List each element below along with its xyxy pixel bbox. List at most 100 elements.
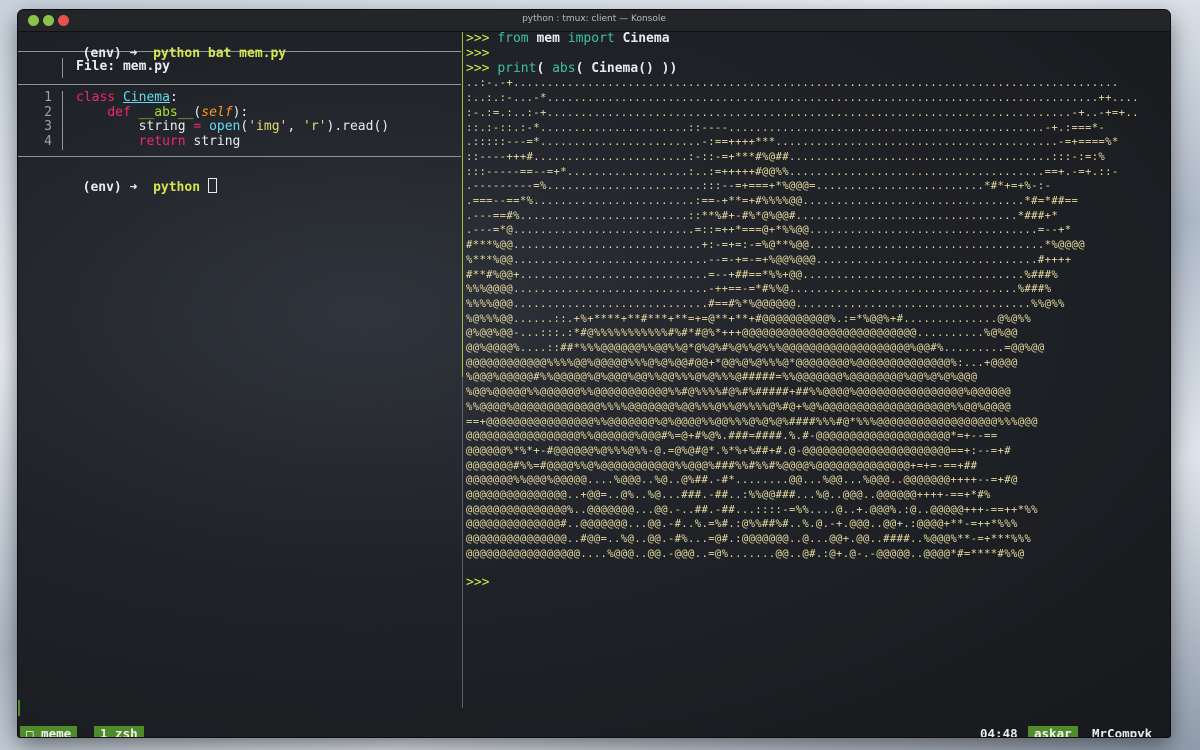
prompt-arrow-icon: ➜ [129, 179, 138, 195]
import-name: Cinema [614, 32, 670, 46]
active-pane-indicator [462, 32, 463, 377]
line-number: 2 [44, 104, 52, 120]
konsole-window: python : tmux: client — Konsole (env) ➜ … [18, 10, 1170, 737]
code-line: return string [76, 134, 389, 150]
ascii-art-line: ::----+++#.......................:-::-=+… [466, 150, 1106, 163]
line-number: 4 [44, 134, 52, 150]
ascii-art-line: :-.:=.:..:-+............................… [466, 106, 1139, 119]
ascii-art-line: %@@@%@@@@@#%%@@@@@%@%@@@%@@%%@@%%%@%@%%%… [466, 371, 978, 384]
ascii-art-line: %@%%%@@......::.+%+****+**#***+**=+=@**+… [466, 312, 1032, 325]
command-line: (env) ➜ python bat mem.py [18, 32, 461, 61]
line-number: 1 [44, 89, 52, 105]
line-number: 3 [44, 119, 52, 135]
function-name: __abs__ [138, 104, 194, 120]
keyword: import [567, 32, 615, 46]
ascii-art-line: @@@@@@@@@@@@@@@..#@@=..%@..@@.-#%...=@#.… [466, 533, 1032, 546]
bat-bottom-rule [18, 155, 461, 157]
keyword: class [76, 89, 116, 105]
ascii-art-line: ==+@@@@@@@@@@@@@@@@%%@@@@@@@%@%@@@@%%@@%… [466, 415, 1038, 428]
ascii-art-line: .---=*@...........................=::=++… [466, 224, 1072, 237]
window-title: python : tmux: client — Konsole [522, 14, 666, 24]
builtin: open [209, 119, 241, 135]
ascii-art-line: @@@@@@@#%%=#@@@@%%@%@@@@@@@@@@@%%@@@%###… [466, 459, 978, 472]
ascii-art-output: ..:-.-+.................................… [464, 76, 1170, 561]
pane-marker [18, 700, 20, 716]
repl-final-line: >>> [464, 574, 1170, 591]
ascii-art-line: .---==#%.........................::**%#+… [466, 209, 1059, 222]
ascii-art-line: @@@@@@@%%@@@%@@@@@....%@@@..%@..@%##.-#*… [466, 474, 1018, 487]
param: self [201, 104, 233, 120]
variable: string [138, 119, 186, 135]
python-prompt: >>> [466, 45, 490, 61]
window-tab[interactable]: 1 zsh [94, 726, 144, 737]
command-text: python [153, 179, 201, 195]
repl-line-1: >>> from mem import Cinema [464, 32, 1170, 47]
code-line: class Cinema: [76, 89, 389, 106]
code-line: def __abs__(self): [76, 104, 389, 121]
ascii-art-line: .===--==*%........................:==-+*… [466, 195, 1079, 208]
keyword: return [138, 134, 186, 150]
ascii-art-line: :::-----==--=+*..................:..:=++… [466, 165, 1119, 178]
ascii-art-line: #***%@@............................+:-=+… [466, 239, 1085, 252]
ascii-art-line: .:::::---=*........................-:==+… [466, 136, 1119, 149]
bat-header-gutter [18, 57, 63, 78]
code-text: string [185, 134, 241, 150]
ascii-art-line: @@@@@@@@@@@@@@#..@@@@@@@...@@.-#..%.=%#.… [466, 518, 1018, 531]
code-text: ).read() [326, 119, 390, 135]
ascii-art-line: %%%@@@@.............................-++=… [466, 283, 1052, 296]
ascii-art-line: @@@@@@@@@@@@%%%%@@%@@@@@%%%@%@%@@#@@+*@@… [466, 356, 1018, 369]
code-text: , [287, 119, 304, 135]
ascii-art-line: @@@@@@@@@@@@@@@%..@@@@@@@...@@.-..##.-##… [466, 503, 1038, 516]
ascii-art-line: %@@%@@@@@%%@@@@@@%%@@@@@@@@@@@%%#@%%%%#@… [466, 386, 1011, 399]
right-pane[interactable]: >>> from mem import Cinema >>> >>> print… [464, 32, 1170, 708]
left-pane[interactable]: (env) ➜ python bat mem.py File: mem.py 1… [18, 32, 461, 708]
ascii-art-line: .---------=%.......................:::--… [466, 180, 1052, 193]
code-lines: class Cinema: def __abs__(self): string … [63, 89, 390, 150]
ascii-art-line: ..:-.-+.................................… [466, 77, 1119, 90]
ascii-art-line: %%%%@@@.............................#==#… [466, 297, 1065, 310]
cursor-icon [207, 177, 217, 193]
code-text: ( [536, 60, 553, 76]
ascii-art-line: #**#%@@+............................=--+… [466, 268, 1059, 281]
prompt-env: (env) [82, 179, 122, 195]
string: 'r' [303, 119, 327, 135]
command-line-2: (env) ➜ python [18, 163, 461, 195]
tmux-status-bar: □ meme 1 zsh 04:48 askar MrCompyk [18, 726, 1170, 737]
user-name: askar [1028, 726, 1078, 737]
class-name: Cinema [122, 89, 170, 105]
ascii-art-line: %***%@@.............................--=-… [466, 253, 1072, 266]
code-text: ( Cinema() )) [575, 60, 678, 76]
operator: = [185, 119, 210, 135]
ascii-art-line: ::.:-::.:-*......................::----.… [466, 121, 1106, 134]
ascii-art-line: @@@@@@@@@@@@@@@..+@@=..@%..%@...###.-##.… [466, 489, 991, 502]
repl-line-3: >>> print( abs( Cinema() )) [464, 60, 1170, 77]
session-name[interactable]: □ meme [20, 726, 78, 737]
string: 'img' [248, 119, 288, 135]
terminal-area[interactable]: (env) ➜ python bat mem.py File: mem.py 1… [18, 32, 1170, 737]
code-text: : [169, 89, 178, 105]
bat-mid-rule [18, 83, 461, 85]
python-prompt: >>> [466, 60, 490, 76]
host-name: MrCompyk [1092, 726, 1153, 737]
builtin: print [497, 60, 537, 76]
code-text: ): [232, 104, 249, 120]
ascii-art-line: @@@@@@@@@@@@@@@@@%%@@@@@@%@@@#%=@+#%@%.#… [466, 430, 998, 443]
command-text: python bat mem.py [153, 45, 287, 61]
python-prompt: >>> [466, 32, 490, 46]
ascii-art-line: :..:.:-...-*............................… [466, 92, 1139, 105]
ascii-art-line: @@@@@@%*%*+-#@@@@@@%@%%%@%%-@.=@%@#@*.%*… [466, 444, 1011, 457]
keyword: def [107, 104, 131, 120]
ascii-art-line: @@%@@@@%....::##*%%%@@@@@@%%@@%%@*@%@%#%… [466, 342, 1045, 355]
module-name: mem [528, 32, 568, 46]
keyword: from [497, 32, 529, 46]
bat-code-block: 1234 class Cinema: def __abs__(self): st… [18, 89, 461, 150]
title-bar[interactable]: python : tmux: client — Konsole [18, 10, 1170, 32]
builtin: abs [552, 60, 576, 76]
python-prompt: >>> [466, 574, 490, 590]
ascii-art-line: @@@@@@@@@@@@@@@@@....%@@@..@@.-@@@..=@%.… [466, 547, 1025, 560]
ascii-art-line: %%@@@@%@@@@@@@@@@@@@%%%%@@@@@@@%@@%%%@%%… [466, 400, 1011, 413]
clock: 04:48 [980, 726, 1018, 737]
line-numbers: 1234 [18, 89, 63, 150]
